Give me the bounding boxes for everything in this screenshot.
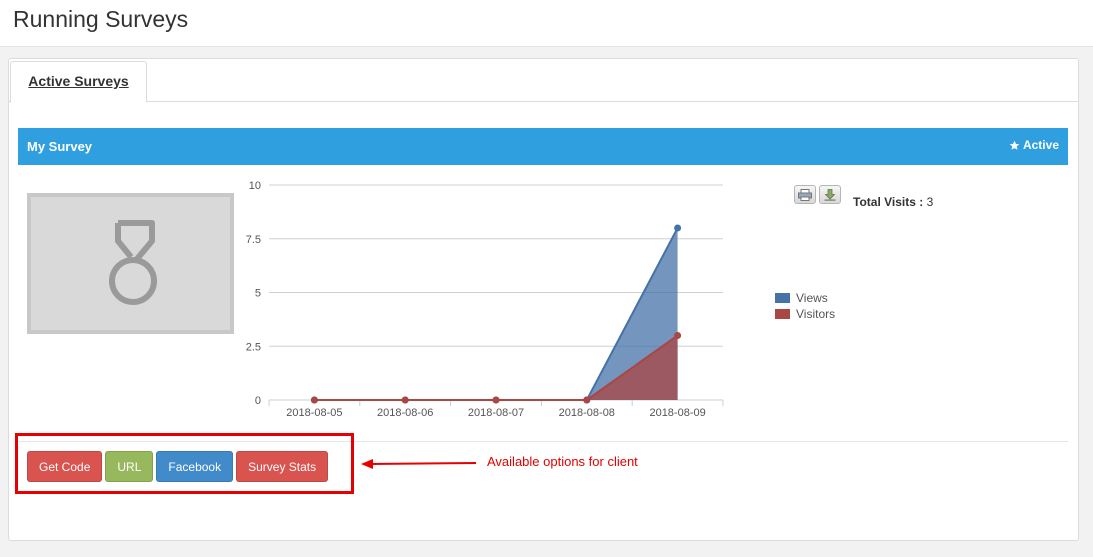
page-title: Running Surveys (13, 6, 189, 32)
total-visits: Total Visits : 3 (853, 195, 933, 209)
get-code-button[interactable]: Get Code (27, 451, 103, 482)
survey-stats-button[interactable]: Survey Stats (236, 451, 329, 482)
y-tick-label: 0 (255, 395, 261, 407)
chart-legend: Views Visitors (775, 290, 835, 322)
page-header: Running Surveys (0, 0, 1093, 47)
y-tick-label: 7.5 (246, 234, 261, 246)
star-icon (1009, 140, 1020, 150)
y-tick-label: 10 (249, 180, 261, 192)
annotation-text: Available options for client (487, 454, 638, 469)
legend-swatch-visitors (775, 309, 790, 319)
total-visits-value: 3 (926, 195, 934, 209)
print-icon (798, 188, 812, 201)
annotation-arrow (361, 459, 477, 469)
data-point-visitors[interactable] (310, 396, 318, 404)
x-tick-label: 2018-08-06 (377, 407, 433, 419)
action-buttons: Get Code URL Facebook Survey Stats (27, 451, 329, 482)
legend-label-visitors: Visitors (796, 307, 836, 321)
legend-item-views[interactable]: Views (775, 290, 835, 306)
x-tick-label: 2018-08-09 (649, 407, 705, 419)
status-text: Active (1022, 138, 1059, 152)
data-point-visitors[interactable] (674, 332, 682, 339)
survey-header: My Survey Active (18, 128, 1068, 165)
legend-swatch-views (775, 293, 790, 303)
data-point-views[interactable] (674, 224, 682, 232)
url-button[interactable]: URL (105, 451, 154, 482)
status-badge: Active (1009, 138, 1059, 152)
download-button[interactable] (819, 185, 841, 204)
data-point-visitors[interactable] (583, 396, 591, 404)
survey-name: My Survey (27, 139, 93, 154)
legend-item-visitors[interactable]: Visitors (775, 306, 835, 322)
download-icon (824, 188, 836, 201)
facebook-button[interactable]: Facebook (156, 451, 234, 482)
y-tick-label: 2.5 (246, 341, 261, 353)
medal-icon (109, 220, 157, 305)
y-tick-label: 5 (255, 288, 261, 300)
survey-thumbnail (27, 193, 234, 334)
x-tick-label: 2018-08-05 (286, 407, 342, 419)
data-point-visitors[interactable] (401, 396, 409, 404)
x-tick-label: 2018-08-07 (468, 407, 524, 419)
x-tick-label: 2018-08-08 (559, 407, 615, 419)
total-visits-label: Total Visits : (853, 195, 924, 209)
data-point-visitors[interactable] (492, 396, 500, 404)
print-button[interactable] (794, 185, 816, 204)
tab-bar: Active Surveys (9, 59, 1078, 103)
tab-active-surveys[interactable]: Active Surveys (10, 61, 147, 103)
chart-tools (794, 185, 841, 204)
legend-label-views: Views (796, 291, 828, 305)
